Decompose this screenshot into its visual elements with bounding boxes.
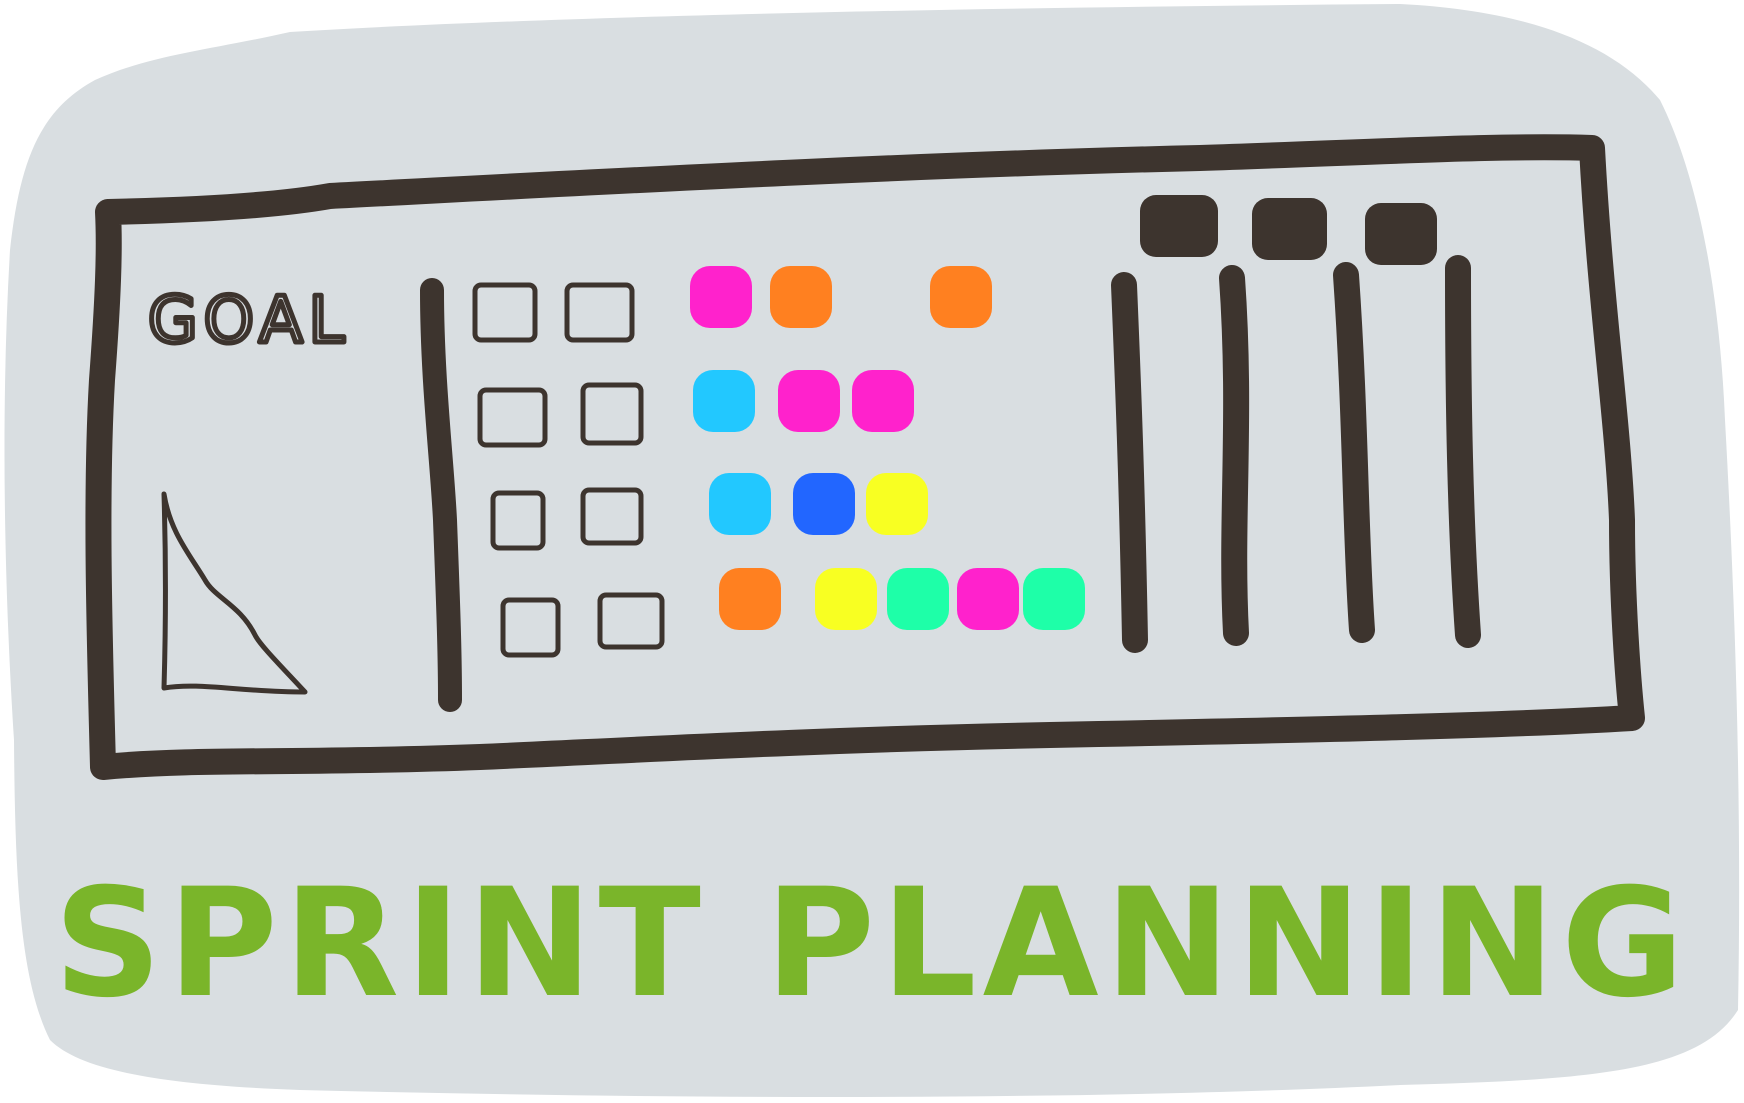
column-header <box>1252 198 1327 260</box>
sticky-note-green <box>887 568 949 630</box>
sticky-note-cyan <box>709 473 771 535</box>
column-headers <box>1140 195 1437 265</box>
column-line <box>1333 262 1375 643</box>
caption-text: SPRINT PLANNING <box>54 857 1691 1031</box>
sticky-note-blue <box>793 473 855 535</box>
sticky-note-cyan <box>693 370 755 432</box>
sticky-note-yellow <box>815 568 877 630</box>
column-line <box>1219 265 1250 646</box>
sticky-note-orange <box>719 568 781 630</box>
sticky-note-pink <box>690 266 752 328</box>
column-line <box>1111 272 1148 653</box>
column-header <box>1365 203 1437 265</box>
sticky-note-orange <box>770 266 832 328</box>
column-header <box>1140 195 1218 257</box>
sprint-planning-illustration: GOAL SPRINT PLANNING <box>4 4 1740 1097</box>
column-line <box>1445 255 1481 648</box>
sticky-note-green <box>1023 568 1085 630</box>
goal-label: GOAL <box>148 284 350 358</box>
sticky-note-yellow <box>866 473 928 535</box>
sticky-note-pink <box>778 370 840 432</box>
sticky-note-pink <box>957 568 1019 630</box>
sticky-note-pink <box>852 370 914 432</box>
sticky-note-orange <box>930 266 992 328</box>
